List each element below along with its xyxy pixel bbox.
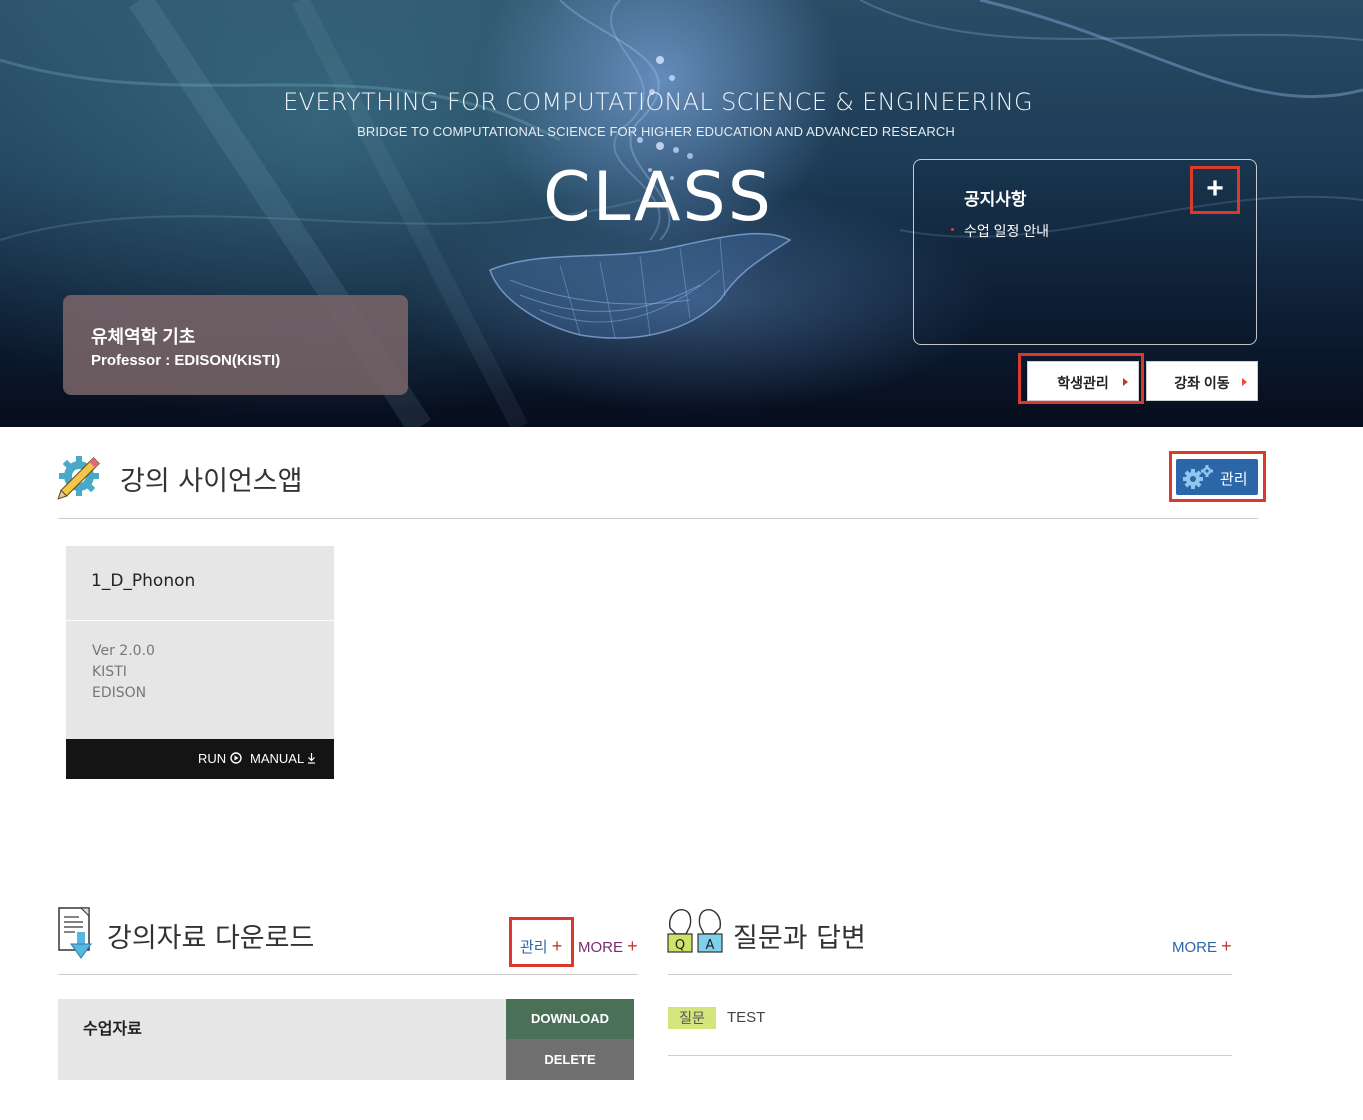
file-name: 수업자료: [83, 1021, 142, 1038]
plus-icon: +: [1221, 936, 1232, 956]
play-circle-icon: [230, 752, 242, 764]
materials-more-label: MORE: [578, 939, 623, 956]
student-manage-label: 학생관리: [1057, 375, 1109, 391]
app-version: Ver 2.0.0: [92, 643, 155, 659]
card-divider: [66, 620, 334, 621]
section-divider: [58, 974, 638, 975]
arrow-right-icon: [1123, 378, 1128, 386]
gear-pencil-icon: [57, 456, 100, 500]
notice-item[interactable]: 수업 일정 안내: [964, 221, 1049, 241]
delete-button[interactable]: DELETE: [506, 1039, 634, 1080]
hero-subtitle: BRIDGE TO COMPUTATIONAL SCIENCE FOR HIGH…: [357, 124, 955, 139]
arrow-right-icon: [1242, 378, 1247, 386]
app-author: EDISON: [92, 685, 147, 701]
manual-button[interactable]: MANUAL: [250, 751, 316, 766]
list-divider: [668, 1055, 1232, 1056]
course-professor: Professor : EDISON(KISTI): [91, 352, 281, 369]
file-row: 수업자료 DOWNLOAD DELETE: [58, 999, 634, 1080]
plus-icon: +: [551, 936, 563, 956]
materials-manage-link[interactable]: 관리 +: [520, 936, 562, 957]
bullet-icon: [951, 228, 954, 231]
section-divider: [58, 518, 1258, 519]
apps-manage-label: 관리: [1220, 471, 1248, 488]
question-title[interactable]: TEST: [727, 1009, 765, 1026]
qna-more-link[interactable]: MORE +: [1172, 936, 1232, 957]
plus-icon[interactable]: +: [1190, 166, 1240, 214]
run-label: RUN: [198, 751, 227, 766]
manual-label: MANUAL: [250, 751, 304, 766]
app-org: KISTI: [92, 664, 127, 680]
run-button[interactable]: RUN: [198, 751, 242, 766]
hero-title: EVERYTHING FOR COMPUTATIONAL SCIENCE & E…: [283, 88, 1033, 116]
course-name: 유체역학 기초: [91, 327, 196, 347]
materials-manage-label: 관리: [520, 939, 548, 956]
download-arrow-icon: [308, 753, 316, 764]
notice-panel: 공지사항 수업 일정 안내 +: [913, 159, 1257, 345]
svg-text:Q: Q: [675, 938, 685, 953]
app-name[interactable]: 1_D_Phonon: [91, 571, 195, 591]
course-info-card: 유체역학 기초 Professor : EDISON(KISTI): [63, 295, 408, 395]
download-button[interactable]: DOWNLOAD: [506, 999, 634, 1039]
apps-manage-button[interactable]: 관리: [1176, 459, 1258, 495]
qna-title: 질문과 답변: [733, 923, 866, 954]
materials-title: 강의자료 다운로드: [107, 923, 315, 954]
course-move-button[interactable]: 강좌 이동: [1146, 361, 1258, 401]
course-move-label: 강좌 이동: [1174, 375, 1230, 391]
section-divider: [668, 974, 1232, 975]
svg-text:A: A: [706, 938, 715, 953]
app-card: 1_D_Phonon Ver 2.0.0 KISTI EDISON RUN MA…: [66, 546, 334, 779]
plus-icon: +: [627, 936, 638, 956]
app-actions: RUN MANUAL: [66, 739, 334, 779]
question-badge: 질문: [668, 1007, 716, 1029]
document-download-icon: [58, 907, 92, 959]
qa-people-icon: Q A: [667, 909, 723, 953]
science-apps-title: 강의 사이언스앱: [120, 466, 303, 497]
gears-icon: [1183, 465, 1213, 489]
student-manage-button[interactable]: 학생관리: [1027, 361, 1139, 401]
qna-more-label: MORE: [1172, 939, 1217, 956]
hero-banner: EVERYTHING FOR COMPUTATIONAL SCIENCE & E…: [0, 0, 1363, 427]
notice-title: 공지사항: [964, 190, 1027, 209]
materials-more-link[interactable]: MORE +: [578, 936, 638, 957]
